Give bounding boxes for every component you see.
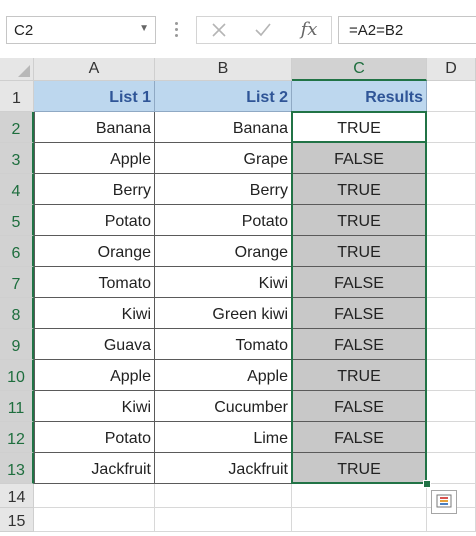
column-header-a[interactable]: A [34, 58, 155, 81]
result-cell[interactable]: TRUE [292, 174, 427, 205]
formula-input[interactable]: =A2=B2 [338, 16, 476, 44]
row-header-1[interactable]: 1 [0, 81, 34, 112]
empty-cell[interactable] [34, 484, 155, 508]
empty-cell[interactable] [292, 484, 427, 508]
table-cell[interactable]: Apple [34, 360, 155, 391]
table-cell[interactable]: Jackfruit [155, 453, 292, 484]
empty-cell[interactable] [427, 112, 476, 143]
table-cell[interactable]: Tomato [155, 329, 292, 360]
row-header-5[interactable]: 5 [0, 205, 34, 236]
result-cell[interactable]: TRUE [292, 236, 427, 267]
column-header-d[interactable]: D [427, 58, 476, 81]
check-icon[interactable] [243, 17, 283, 43]
row-header-8[interactable]: 8 [0, 298, 34, 329]
select-all-icon [18, 65, 30, 77]
row-header-4[interactable]: 4 [0, 174, 34, 205]
empty-cell[interactable] [427, 81, 476, 112]
empty-cell[interactable] [292, 508, 427, 532]
row-header-13[interactable]: 13 [0, 453, 34, 484]
result-cell[interactable]: TRUE [292, 112, 427, 143]
formula-text: =A2=B2 [349, 22, 404, 39]
table-cell[interactable]: Tomato [34, 267, 155, 298]
empty-cell[interactable] [427, 298, 476, 329]
table-cell[interactable]: Berry [155, 174, 292, 205]
row-header-2[interactable]: 2 [0, 112, 34, 143]
table-cell[interactable]: Banana [155, 112, 292, 143]
empty-cell[interactable] [427, 205, 476, 236]
empty-cell[interactable] [427, 174, 476, 205]
table-cell[interactable]: Potato [34, 205, 155, 236]
table-cell[interactable]: Banana [34, 112, 155, 143]
result-cell[interactable]: FALSE [292, 391, 427, 422]
empty-cell[interactable] [427, 143, 476, 174]
column-header-b[interactable]: B [155, 58, 292, 81]
result-cell[interactable]: FALSE [292, 422, 427, 453]
empty-cell[interactable] [427, 453, 476, 484]
fill-handle[interactable] [423, 480, 431, 488]
quick-analysis-icon[interactable] [431, 490, 457, 514]
table-cell[interactable]: Orange [155, 236, 292, 267]
formula-buttons: fx [196, 16, 332, 44]
table-cell[interactable]: Cucumber [155, 391, 292, 422]
empty-cell[interactable] [427, 236, 476, 267]
result-cell[interactable]: TRUE [292, 205, 427, 236]
table-cell[interactable]: Guava [34, 329, 155, 360]
table-cell[interactable]: Kiwi [34, 298, 155, 329]
table-cell[interactable]: Jackfruit [34, 453, 155, 484]
result-cell[interactable]: FALSE [292, 267, 427, 298]
row-header-6[interactable]: 6 [0, 236, 34, 267]
result-cell[interactable]: FALSE [292, 143, 427, 174]
row-header-14[interactable]: 14 [0, 484, 34, 508]
row-header-10[interactable]: 10 [0, 360, 34, 391]
table-cell[interactable]: Apple [155, 360, 292, 391]
table-cell[interactable]: Kiwi [155, 267, 292, 298]
row-header-9[interactable]: 9 [0, 329, 34, 360]
table-cell[interactable]: Orange [34, 236, 155, 267]
table-header-cell: List 1 [34, 81, 155, 112]
empty-cell[interactable] [427, 360, 476, 391]
empty-cell[interactable] [155, 484, 292, 508]
result-cell[interactable]: FALSE [292, 298, 427, 329]
formula-bar-area: C2 ▼ fx =A2=B2 [0, 0, 476, 58]
table-cell[interactable]: Kiwi [34, 391, 155, 422]
table-cell[interactable]: Lime [155, 422, 292, 453]
spreadsheet-grid: A B C D 1 2 3 4 5 6 7 8 9 10 11 12 13 14 15 List 1 List 2 Res… [0, 58, 476, 536]
result-cell[interactable]: FALSE [292, 329, 427, 360]
chevron-down-icon[interactable]: ▼ [139, 23, 149, 34]
select-all-corner[interactable] [0, 58, 34, 81]
row-header-11[interactable]: 11 [0, 391, 34, 422]
empty-cell[interactable] [427, 422, 476, 453]
table-cell[interactable]: Potato [34, 422, 155, 453]
table-header-cell: Results [292, 81, 427, 112]
empty-cell[interactable] [427, 267, 476, 298]
table-cell[interactable]: Green kiwi [155, 298, 292, 329]
table-cell[interactable]: Apple [34, 143, 155, 174]
row-header-15[interactable]: 15 [0, 508, 34, 532]
row-header-12[interactable]: 12 [0, 422, 34, 453]
row-header-7[interactable]: 7 [0, 267, 34, 298]
row-header-3[interactable]: 3 [0, 143, 34, 174]
empty-cell[interactable] [427, 329, 476, 360]
table-header-cell: List 2 [155, 81, 292, 112]
table-cell[interactable]: Grape [155, 143, 292, 174]
result-cell[interactable]: TRUE [292, 360, 427, 391]
close-icon[interactable] [199, 17, 239, 43]
empty-cell[interactable] [34, 508, 155, 532]
insert-function-button[interactable]: fx [289, 17, 329, 43]
name-box-value: C2 [14, 22, 34, 39]
name-box[interactable]: C2 ▼ [6, 16, 156, 44]
column-header-c[interactable]: C [292, 58, 427, 81]
result-cell[interactable]: TRUE [292, 453, 427, 484]
empty-cell[interactable] [427, 391, 476, 422]
table-cell[interactable]: Potato [155, 205, 292, 236]
drag-handle-icon[interactable] [173, 19, 181, 41]
empty-cell[interactable] [155, 508, 292, 532]
table-cell[interactable]: Berry [34, 174, 155, 205]
